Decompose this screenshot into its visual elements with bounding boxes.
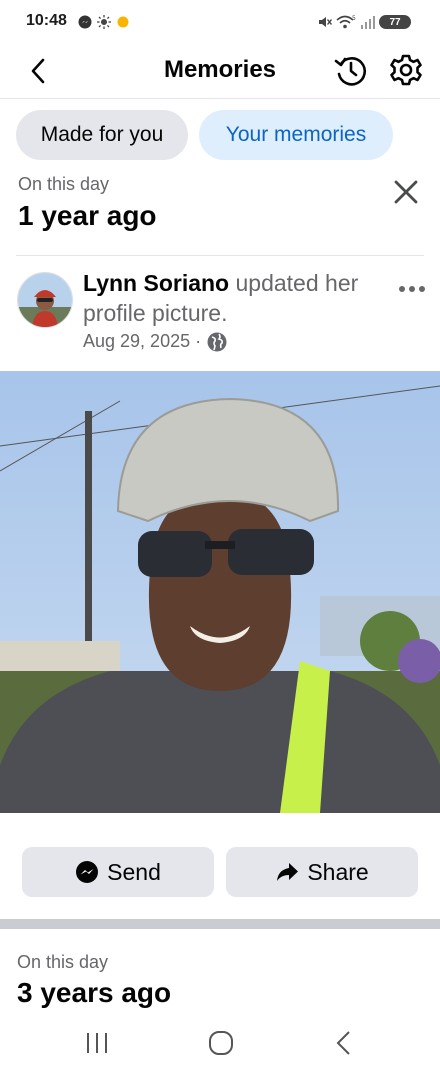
page-title: Memories xyxy=(163,56,277,83)
send-button[interactable]: Send xyxy=(22,847,214,897)
messenger-icon xyxy=(75,860,99,884)
home-icon[interactable] xyxy=(208,1030,234,1056)
years-ago-heading: 1 year ago xyxy=(18,200,157,231)
more-options-icon[interactable] xyxy=(398,280,426,292)
mute-icon xyxy=(318,15,333,29)
section-separator xyxy=(0,919,440,929)
tab-your-memories[interactable]: Your memories xyxy=(199,110,393,160)
send-label: Send xyxy=(107,858,161,885)
brightness-icon xyxy=(97,15,111,29)
back-nav-icon[interactable] xyxy=(334,1030,354,1056)
globe-public-icon xyxy=(207,332,227,352)
wifi-icon: 5 xyxy=(336,15,356,29)
recent-apps-icon[interactable] xyxy=(84,1032,110,1054)
memories-history-icon[interactable] xyxy=(333,53,369,89)
on-this-day-label-2: On this day xyxy=(17,952,109,972)
dismiss-close-icon[interactable] xyxy=(392,178,420,206)
on-this-day-label: On this day xyxy=(18,174,110,194)
share-label: Share xyxy=(307,858,369,885)
top-app-bar: Memories xyxy=(0,44,440,99)
signal-icon xyxy=(360,15,376,29)
share-button[interactable]: Share xyxy=(226,847,418,897)
avatar[interactable] xyxy=(17,272,73,328)
battery-indicator: 77 xyxy=(379,15,411,29)
memory-photo[interactable] xyxy=(0,371,440,813)
years-ago-heading-2: 3 years ago xyxy=(17,977,172,1008)
post-header-text: Lynn Soriano updated her profile picture… xyxy=(83,268,383,328)
messenger-notification-icon xyxy=(78,15,92,29)
post-date-row: Aug 29, 2025 · xyxy=(83,331,227,352)
status-bar: 10:48 5 77 xyxy=(0,0,440,44)
author-name[interactable]: Lynn Soriano xyxy=(83,270,229,296)
settings-gear-icon[interactable] xyxy=(388,53,424,89)
post-date: Aug 29, 2025 · xyxy=(83,331,202,351)
divider xyxy=(16,255,424,256)
tab-made-for-you[interactable]: Made for you xyxy=(16,110,188,160)
system-navigation-bar xyxy=(0,1012,440,1076)
status-time: 10:48 xyxy=(26,12,67,29)
share-arrow-icon xyxy=(275,860,299,884)
weather-sun-icon xyxy=(116,15,130,29)
svg-text:5: 5 xyxy=(352,15,356,22)
